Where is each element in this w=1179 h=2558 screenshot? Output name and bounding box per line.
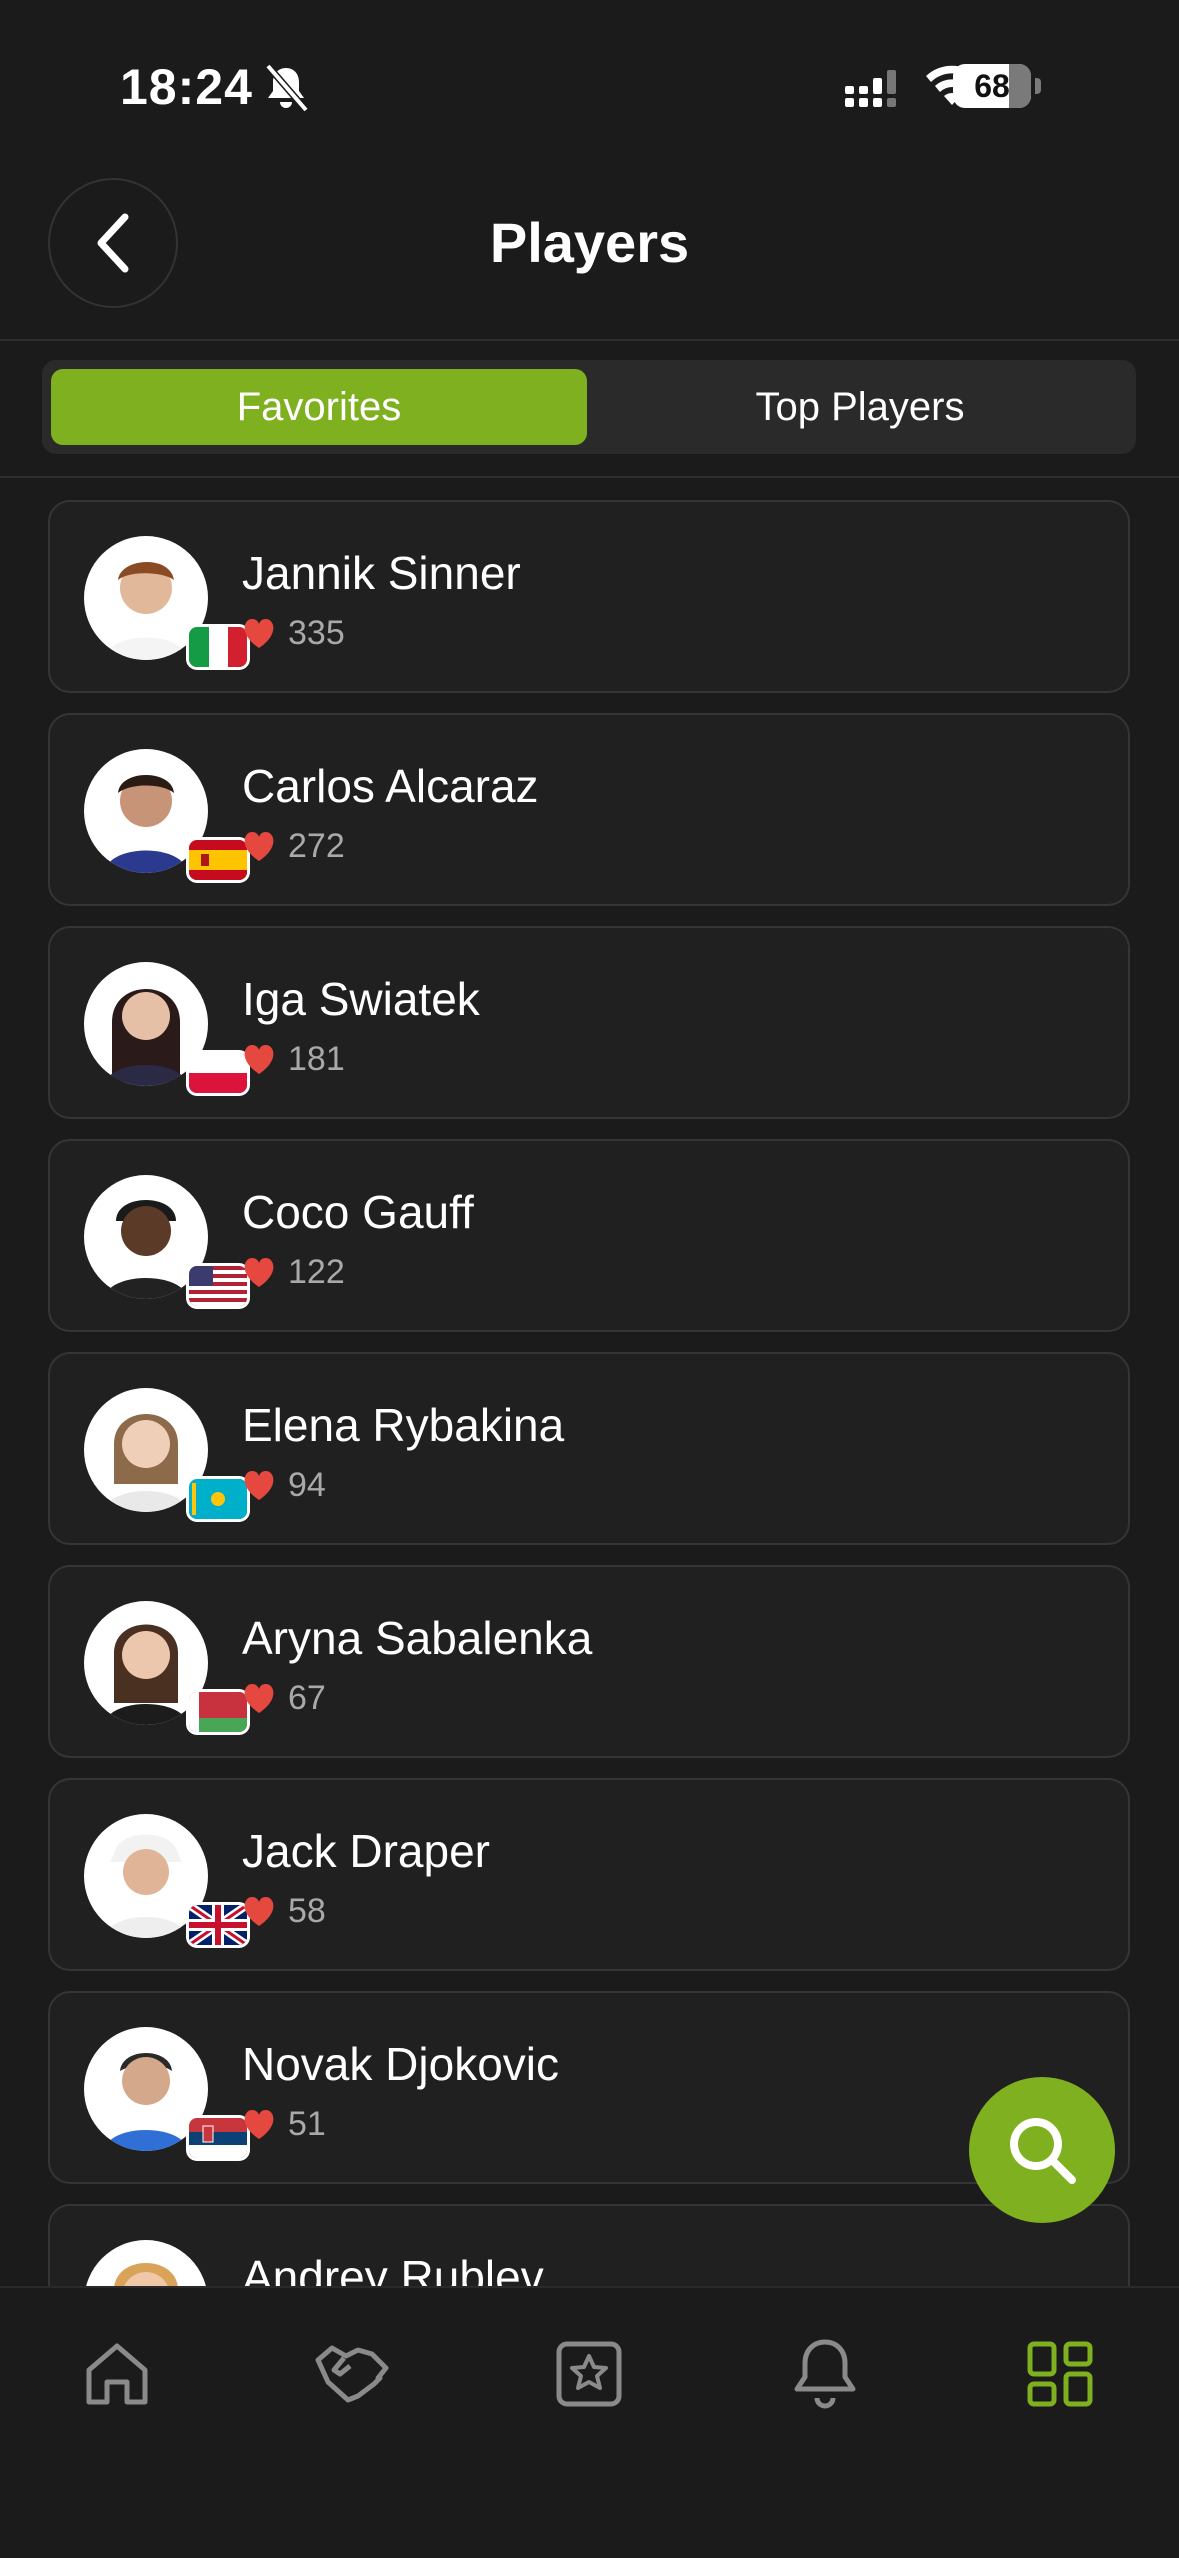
player-card[interactable]: Jack Draper 58 [48,1778,1130,1971]
player-card[interactable]: Coco Gauff 122 [48,1139,1130,1332]
player-list[interactable]: Jannik Sinner 335 Carlos Alcaraz 272 Iga… [48,500,1130,2286]
flag-usa-icon [189,1266,247,1306]
bell-off-icon [265,63,309,113]
likes-count: 181 [288,1040,345,1078]
flag-italy-icon [189,627,247,667]
player-name: Coco Gauff [242,1186,474,1238]
player-card[interactable]: Andrey Rublev [48,2204,1130,2286]
flag-spain-icon [189,840,247,880]
nav-home[interactable] [77,2334,157,2414]
player-name: Iga Swiatek [242,973,480,1025]
nav-favorites[interactable] [549,2334,629,2414]
player-name: Andrey Rublev [242,2251,544,2286]
likes-count: 51 [288,2105,326,2143]
search-button[interactable] [969,2077,1115,2223]
player-avatar [84,2240,208,2286]
likes-count: 58 [288,1892,326,1930]
page-title: Players [489,211,690,274]
status-bar: 18:24 68 [0,0,1179,160]
likes-count: 94 [288,1466,326,1504]
flag-poland-icon [189,1053,247,1093]
player-likes: 272 [242,827,345,866]
segmented-control: Favorites Top Players [42,360,1136,454]
player-card[interactable]: Carlos Alcaraz 272 [48,713,1130,906]
heart-icon [244,1257,274,1287]
player-name: Jannik Sinner [242,547,521,599]
heart-icon [244,2109,274,2139]
search-icon [1010,2118,1076,2184]
flag-kazakhstan-icon [189,1479,247,1519]
bottom-nav [0,2286,1179,2558]
player-card[interactable]: Iga Swiatek 181 [48,926,1130,1119]
player-likes: 67 [242,1679,326,1718]
heart-icon [244,1896,274,1926]
header-divider [0,339,1179,341]
battery-indicator: 68 [953,64,1077,108]
player-card[interactable]: Aryna Sabalenka 67 [48,1565,1130,1758]
player-likes: 122 [242,1253,345,1292]
likes-count: 67 [288,1679,326,1717]
player-name: Elena Rybakina [242,1399,565,1451]
flag-uk-icon [189,1905,247,1945]
player-likes: 58 [242,1892,326,1931]
player-likes: 94 [242,1466,326,1505]
likes-count: 335 [288,614,345,652]
player-card[interactable]: Novak Djokovic 51 [48,1991,1130,2184]
heart-icon [244,831,274,861]
player-card[interactable]: Elena Rybakina 94 [48,1352,1130,1545]
flag-belarus-icon [189,1692,247,1732]
battery-level: 68 [974,68,1010,104]
star-square-icon [556,2341,622,2407]
player-card[interactable]: Jannik Sinner 335 [48,500,1130,693]
tab-favorites[interactable]: Favorites [51,369,587,445]
player-name: Novak Djokovic [242,2038,559,2090]
home-icon [86,2343,148,2405]
nav-matches[interactable] [312,2334,392,2414]
player-name: Jack Draper [242,1825,490,1877]
grid-icon [1027,2341,1093,2407]
status-time: 18:24 [120,59,253,115]
tab-top-players[interactable]: Top Players [593,369,1127,445]
player-name: Carlos Alcaraz [242,760,539,812]
player-name: Aryna Sabalenka [242,1612,593,1664]
handshake-icon [315,2345,389,2403]
player-likes: 335 [242,614,345,653]
heart-icon [244,1470,274,1500]
player-likes: 51 [242,2105,326,2144]
nav-more[interactable] [1020,2334,1100,2414]
likes-count: 122 [288,1253,345,1291]
heart-icon [244,618,274,648]
tabs-divider [0,476,1179,478]
likes-count: 272 [288,827,345,865]
heart-icon [244,1044,274,1074]
bell-icon [794,2339,856,2409]
player-likes: 181 [242,1040,345,1079]
flag-serbia-icon [189,2118,247,2158]
heart-icon [244,1683,274,1713]
signal-icon [845,70,896,107]
nav-notifications[interactable] [785,2334,865,2414]
